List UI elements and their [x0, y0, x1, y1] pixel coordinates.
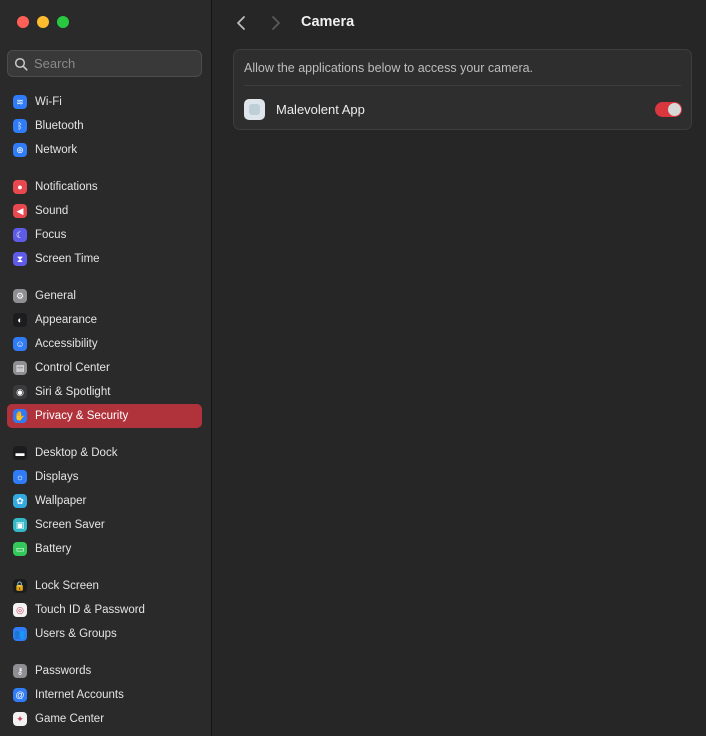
sidebar-item-general[interactable]: ⚙ General: [7, 284, 202, 308]
close-button[interactable]: [17, 16, 29, 28]
sidebar-item-wi-fi[interactable]: ≋ Wi-Fi: [7, 90, 202, 114]
sidebar-item-label: Bluetooth: [35, 120, 84, 132]
bluetooth-icon: ᛒ: [13, 119, 27, 133]
toggle-knob: [668, 103, 681, 116]
gear-icon: ⚙: [13, 289, 27, 303]
sidebar-item-siri-spotlight[interactable]: ◉ Siri & Spotlight: [7, 380, 202, 404]
sidebar-item-label: General: [35, 290, 76, 302]
game-center-icon: ✦: [13, 712, 27, 726]
minimize-button[interactable]: [37, 16, 49, 28]
sidebar-item-label: Passwords: [35, 665, 92, 677]
sidebar-item-game-center[interactable]: ✦ Game Center: [7, 707, 202, 731]
sidebar-item-control-center[interactable]: ▤ Control Center: [7, 356, 202, 380]
toolbar: Camera: [213, 0, 706, 45]
appearance-icon: ◐: [13, 313, 27, 327]
back-button[interactable]: [233, 14, 249, 32]
sidebar-item-displays[interactable]: ☼ Displays: [7, 465, 202, 489]
bell-icon: ●: [13, 180, 27, 194]
speaker-icon: ◀: [13, 204, 27, 218]
users-icon: 👥: [13, 627, 27, 641]
sidebar-item-focus[interactable]: ☾ Focus: [7, 223, 202, 247]
sidebar-item-screen-saver[interactable]: ▣ Screen Saver: [7, 513, 202, 537]
key-icon: ⚷: [13, 664, 27, 678]
siri-icon: ◉: [13, 385, 27, 399]
sidebar-item-passwords[interactable]: ⚷ Passwords: [7, 659, 202, 683]
search-icon: [14, 57, 28, 71]
sidebar-item-network[interactable]: ⊕ Network: [7, 138, 202, 162]
app-icon: [244, 98, 265, 120]
globe-icon: ⊕: [13, 143, 27, 157]
panel-description: Allow the applications below to access y…: [244, 61, 534, 75]
window-controls: [17, 16, 69, 28]
sidebar-item-label: Touch ID & Password: [35, 604, 145, 616]
fingerprint-icon: ◎: [13, 603, 27, 617]
sidebar-item-label: Sound: [35, 205, 69, 217]
sidebar-item-privacy-security[interactable]: ✋ Privacy & Security: [7, 404, 202, 428]
sidebar-item-accessibility[interactable]: ☺ Accessibility: [7, 332, 202, 356]
search-field[interactable]: [7, 50, 202, 77]
zoom-button[interactable]: [57, 16, 69, 28]
chevron-right-icon: [272, 16, 280, 30]
sidebar-item-bluetooth[interactable]: ᛒ Bluetooth: [7, 114, 202, 138]
sidebar-item-label: Lock Screen: [35, 580, 99, 592]
sidebar-item-lock-screen[interactable]: 🔒 Lock Screen: [7, 574, 202, 598]
sidebar-item-label: Displays: [35, 471, 79, 483]
hand-icon: ✋: [13, 409, 27, 423]
search-input[interactable]: [34, 56, 194, 71]
battery-icon: ▭: [13, 542, 27, 556]
at-icon: @: [13, 688, 27, 702]
sidebar-item-label: Desktop & Dock: [35, 447, 118, 459]
sidebar-item-label: Siri & Spotlight: [35, 386, 111, 398]
sidebar-item-screen-time[interactable]: ⧗ Screen Time: [7, 247, 202, 271]
sidebar-item-battery[interactable]: ▭ Battery: [7, 537, 202, 561]
sidebar-item-label: Wi-Fi: [35, 96, 62, 108]
sidebar-item-label: Wallpaper: [35, 495, 87, 507]
wifi-icon: ≋: [13, 95, 27, 109]
page-title: Camera: [301, 14, 355, 30]
app-name: Malevolent App: [276, 101, 365, 117]
sidebar-item-touch-id-password[interactable]: ◎ Touch ID & Password: [7, 598, 202, 622]
sidebar-item-label: Game Center: [35, 713, 105, 725]
sidebar-item-sound[interactable]: ◀ Sound: [7, 199, 202, 223]
sidebar-item-label: Users & Groups: [35, 628, 117, 640]
sidebar-item-label: Control Center: [35, 362, 110, 374]
sidebar-item-appearance[interactable]: ◐ Appearance: [7, 308, 202, 332]
dock-icon: ▬: [13, 446, 27, 460]
sidebar-item-label: Accessibility: [35, 338, 98, 350]
sidebar-item-label: Internet Accounts: [35, 689, 124, 701]
divider: [244, 85, 681, 86]
sidebar-item-internet-accounts[interactable]: @ Internet Accounts: [7, 683, 202, 707]
sidebar-item-notifications[interactable]: ● Notifications: [7, 175, 202, 199]
control-center-icon: ▤: [13, 361, 27, 375]
sidebar-item-label: Privacy & Security: [35, 410, 129, 422]
sidebar-item-label: Network: [35, 144, 78, 156]
sidebar-item-label: Appearance: [35, 314, 98, 326]
sidebar: ≋ Wi-Fi ᛒ Bluetooth ⊕ Network ● Notifications ◀ S…: [0, 0, 212, 736]
chevron-left-icon: [237, 16, 245, 30]
app-row: Malevolent App: [244, 97, 682, 121]
screen-saver-icon: ▣: [13, 518, 27, 532]
sidebar-item-label: Screen Time: [35, 253, 100, 265]
lock-icon: 🔒: [13, 579, 27, 593]
moon-icon: ☾: [13, 228, 27, 242]
sidebar-item-label: Battery: [35, 543, 72, 555]
hourglass-icon: ⧗: [13, 252, 27, 266]
sidebar-item-users-groups[interactable]: 👥 Users & Groups: [7, 622, 202, 646]
wallpaper-icon: ✿: [13, 494, 27, 508]
sidebar-item-desktop-dock[interactable]: ▬ Desktop & Dock: [7, 441, 202, 465]
sidebar-item-label: Notifications: [35, 181, 98, 193]
camera-access-toggle[interactable]: [655, 102, 682, 117]
forward-button[interactable]: [268, 14, 284, 32]
sidebar-item-wallpaper[interactable]: ✿ Wallpaper: [7, 489, 202, 513]
sun-icon: ☼: [13, 470, 27, 484]
camera-access-panel: Allow the applications below to access y…: [233, 49, 692, 130]
accessibility-icon: ☺: [13, 337, 27, 351]
sidebar-item-label: Screen Saver: [35, 519, 105, 531]
sidebar-item-label: Focus: [35, 229, 67, 241]
